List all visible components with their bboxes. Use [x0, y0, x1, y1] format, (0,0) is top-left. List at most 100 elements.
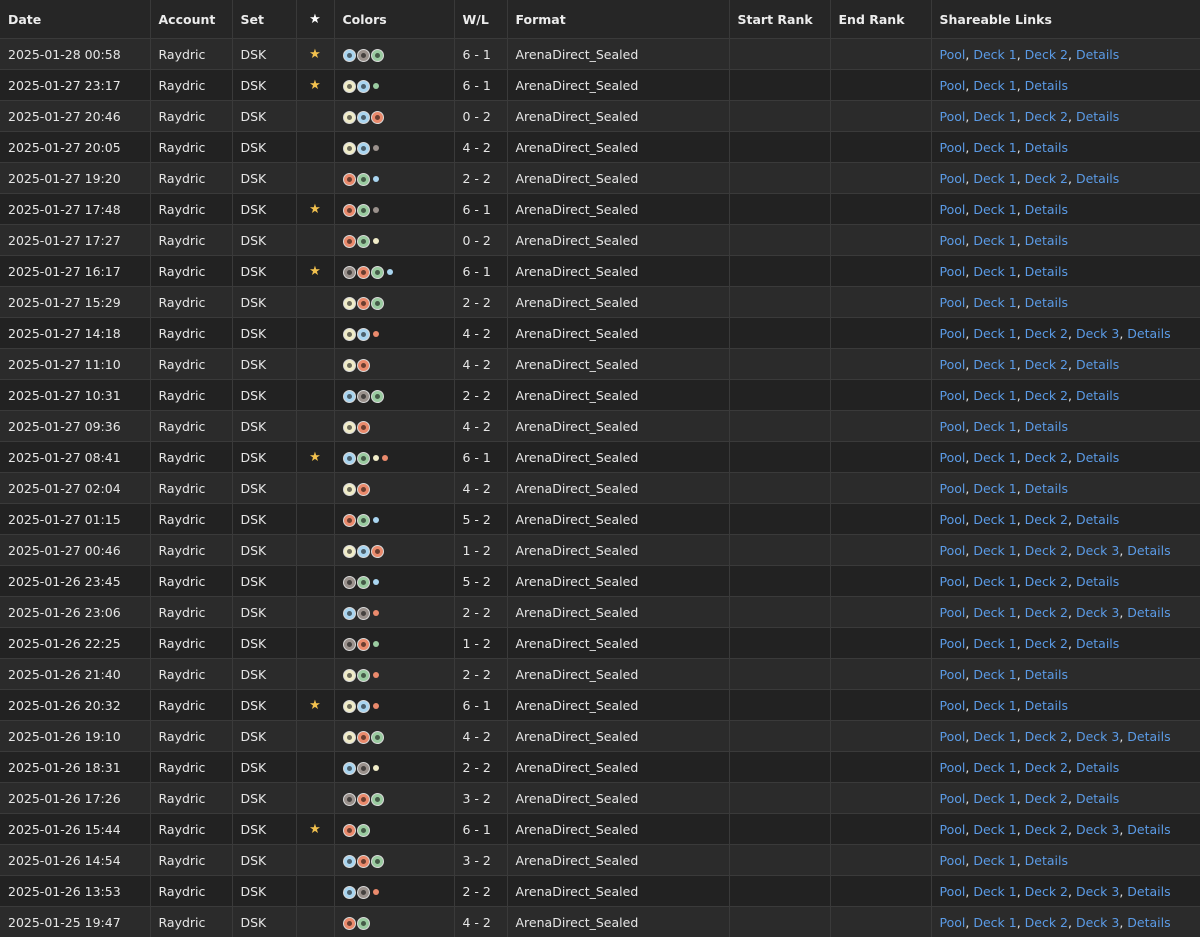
link-details[interactable]: Details [1076, 512, 1119, 527]
link-deck-2[interactable]: Deck 2 [1025, 357, 1068, 372]
link-pool[interactable]: Pool [940, 791, 966, 806]
header-star[interactable]: ★ [296, 0, 334, 39]
link-deck-1[interactable]: Deck 1 [973, 729, 1016, 744]
link-details[interactable]: Details [1076, 636, 1119, 651]
link-deck-3[interactable]: Deck 3 [1076, 729, 1119, 744]
link-deck-2[interactable]: Deck 2 [1025, 636, 1068, 651]
link-pool[interactable]: Pool [940, 419, 966, 434]
link-pool[interactable]: Pool [940, 512, 966, 527]
link-deck-3[interactable]: Deck 3 [1076, 605, 1119, 620]
link-details[interactable]: Details [1127, 884, 1170, 899]
link-deck-1[interactable]: Deck 1 [973, 326, 1016, 341]
link-details[interactable]: Details [1127, 605, 1170, 620]
link-details[interactable]: Details [1025, 202, 1068, 217]
link-details[interactable]: Details [1127, 543, 1170, 558]
link-pool[interactable]: Pool [940, 853, 966, 868]
link-deck-1[interactable]: Deck 1 [973, 698, 1016, 713]
link-details[interactable]: Details [1076, 357, 1119, 372]
link-deck-1[interactable]: Deck 1 [973, 450, 1016, 465]
link-pool[interactable]: Pool [940, 140, 966, 155]
link-details[interactable]: Details [1025, 853, 1068, 868]
link-details[interactable]: Details [1076, 574, 1119, 589]
link-deck-1[interactable]: Deck 1 [973, 853, 1016, 868]
link-pool[interactable]: Pool [940, 47, 966, 62]
link-details[interactable]: Details [1127, 822, 1170, 837]
link-details[interactable]: Details [1025, 667, 1068, 682]
link-deck-2[interactable]: Deck 2 [1025, 450, 1068, 465]
header-date[interactable]: Date [0, 0, 150, 39]
link-pool[interactable]: Pool [940, 357, 966, 372]
link-pool[interactable]: Pool [940, 574, 966, 589]
link-details[interactable]: Details [1025, 698, 1068, 713]
link-pool[interactable]: Pool [940, 884, 966, 899]
link-deck-1[interactable]: Deck 1 [973, 295, 1016, 310]
link-deck-2[interactable]: Deck 2 [1025, 543, 1068, 558]
link-details[interactable]: Details [1025, 419, 1068, 434]
link-pool[interactable]: Pool [940, 264, 966, 279]
link-pool[interactable]: Pool [940, 78, 966, 93]
link-pool[interactable]: Pool [940, 543, 966, 558]
link-pool[interactable]: Pool [940, 109, 966, 124]
link-deck-1[interactable]: Deck 1 [973, 667, 1016, 682]
link-deck-1[interactable]: Deck 1 [973, 388, 1016, 403]
link-details[interactable]: Details [1127, 326, 1170, 341]
link-deck-2[interactable]: Deck 2 [1025, 47, 1068, 62]
link-pool[interactable]: Pool [940, 636, 966, 651]
link-deck-2[interactable]: Deck 2 [1025, 791, 1068, 806]
link-pool[interactable]: Pool [940, 326, 966, 341]
header-account[interactable]: Account [150, 0, 232, 39]
link-deck-2[interactable]: Deck 2 [1025, 884, 1068, 899]
link-details[interactable]: Details [1076, 791, 1119, 806]
link-deck-1[interactable]: Deck 1 [973, 884, 1016, 899]
link-details[interactable]: Details [1076, 47, 1119, 62]
link-details[interactable]: Details [1025, 140, 1068, 155]
link-deck-2[interactable]: Deck 2 [1025, 574, 1068, 589]
link-deck-1[interactable]: Deck 1 [973, 760, 1016, 775]
link-pool[interactable]: Pool [940, 450, 966, 465]
link-deck-1[interactable]: Deck 1 [973, 78, 1016, 93]
link-deck-3[interactable]: Deck 3 [1076, 326, 1119, 341]
link-deck-1[interactable]: Deck 1 [973, 791, 1016, 806]
link-deck-1[interactable]: Deck 1 [973, 419, 1016, 434]
link-deck-1[interactable]: Deck 1 [973, 636, 1016, 651]
link-deck-3[interactable]: Deck 3 [1076, 884, 1119, 899]
link-pool[interactable]: Pool [940, 295, 966, 310]
link-pool[interactable]: Pool [940, 233, 966, 248]
link-details[interactable]: Details [1025, 264, 1068, 279]
link-pool[interactable]: Pool [940, 171, 966, 186]
link-deck-1[interactable]: Deck 1 [973, 357, 1016, 372]
link-details[interactable]: Details [1025, 481, 1068, 496]
link-pool[interactable]: Pool [940, 729, 966, 744]
link-details[interactable]: Details [1127, 729, 1170, 744]
link-deck-3[interactable]: Deck 3 [1076, 543, 1119, 558]
link-deck-2[interactable]: Deck 2 [1025, 760, 1068, 775]
link-deck-2[interactable]: Deck 2 [1025, 109, 1068, 124]
link-deck-2[interactable]: Deck 2 [1025, 822, 1068, 837]
link-deck-1[interactable]: Deck 1 [973, 109, 1016, 124]
header-start-rank[interactable]: Start Rank [729, 0, 830, 39]
link-deck-1[interactable]: Deck 1 [973, 140, 1016, 155]
header-links[interactable]: Shareable Links [931, 0, 1200, 39]
header-format[interactable]: Format [507, 0, 729, 39]
link-details[interactable]: Details [1076, 388, 1119, 403]
header-wl[interactable]: W/L [454, 0, 507, 39]
link-deck-3[interactable]: Deck 3 [1076, 822, 1119, 837]
link-details[interactable]: Details [1076, 171, 1119, 186]
link-deck-1[interactable]: Deck 1 [973, 47, 1016, 62]
link-deck-1[interactable]: Deck 1 [973, 171, 1016, 186]
link-deck-1[interactable]: Deck 1 [973, 512, 1016, 527]
link-pool[interactable]: Pool [940, 481, 966, 496]
link-pool[interactable]: Pool [940, 698, 966, 713]
link-pool[interactable]: Pool [940, 605, 966, 620]
link-details[interactable]: Details [1025, 233, 1068, 248]
link-deck-1[interactable]: Deck 1 [973, 543, 1016, 558]
header-set[interactable]: Set [232, 0, 296, 39]
link-deck-2[interactable]: Deck 2 [1025, 512, 1068, 527]
link-deck-2[interactable]: Deck 2 [1025, 171, 1068, 186]
link-pool[interactable]: Pool [940, 202, 966, 217]
link-details[interactable]: Details [1025, 295, 1068, 310]
header-end-rank[interactable]: End Rank [830, 0, 931, 39]
header-colors[interactable]: Colors [334, 0, 454, 39]
link-deck-1[interactable]: Deck 1 [973, 481, 1016, 496]
link-deck-2[interactable]: Deck 2 [1025, 605, 1068, 620]
